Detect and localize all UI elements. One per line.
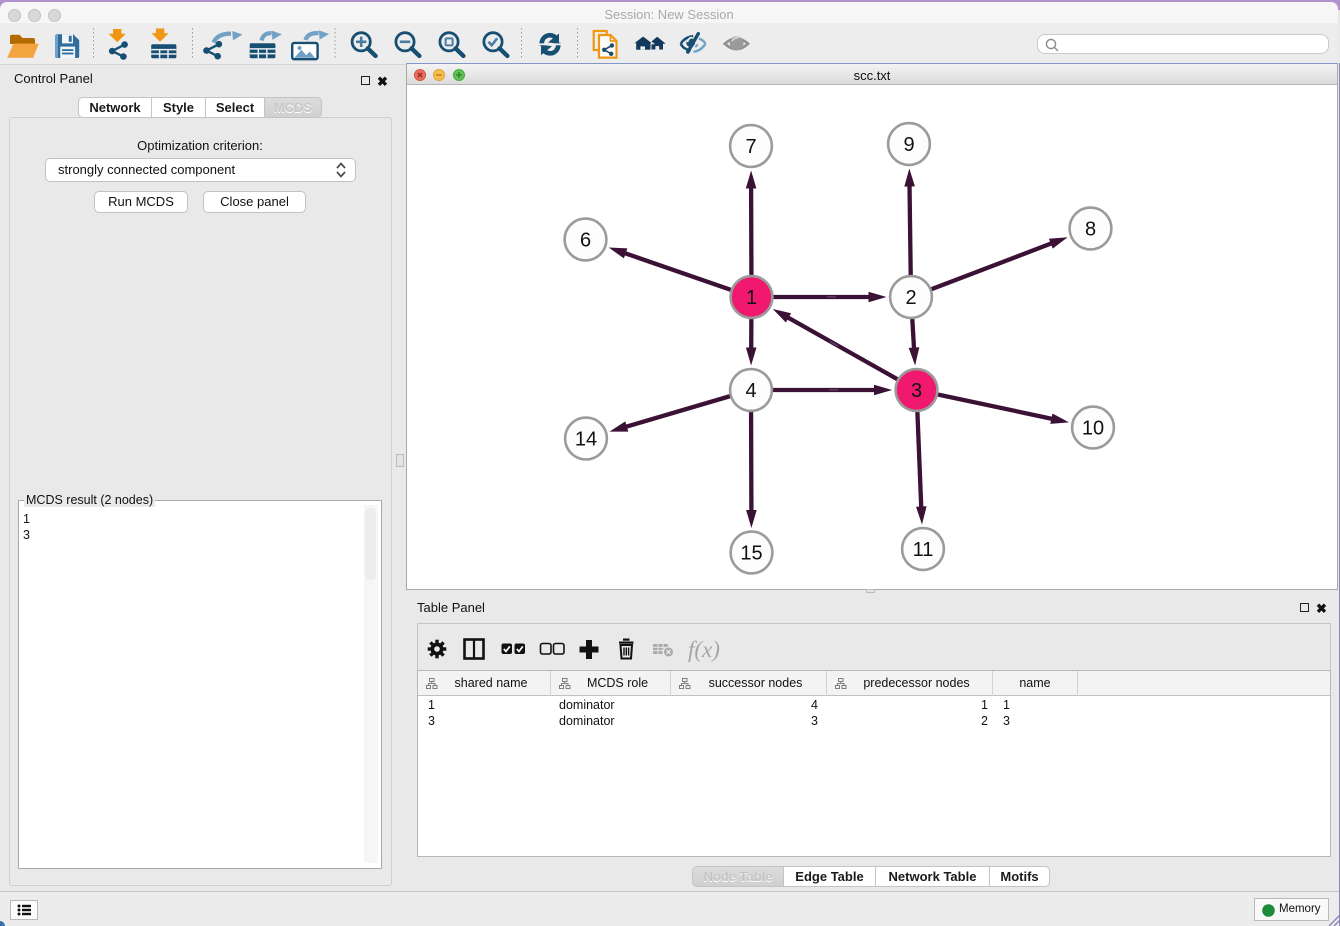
svg-text:8: 8 [1085,219,1096,241]
svg-text:7: 7 [745,136,756,158]
svg-text:6: 6 [580,230,591,252]
svg-text:11: 11 [913,539,934,561]
svg-text:3: 3 [911,380,922,402]
svg-text:f(x): f(x) [688,637,720,662]
svg-text:10: 10 [1082,418,1104,440]
svg-text:1: 1 [746,287,757,309]
svg-text:4: 4 [745,380,756,402]
svg-text:9: 9 [903,134,914,156]
svg-text:15: 15 [740,543,762,565]
svg-text:14: 14 [575,429,597,451]
svg-text:2: 2 [905,287,916,309]
